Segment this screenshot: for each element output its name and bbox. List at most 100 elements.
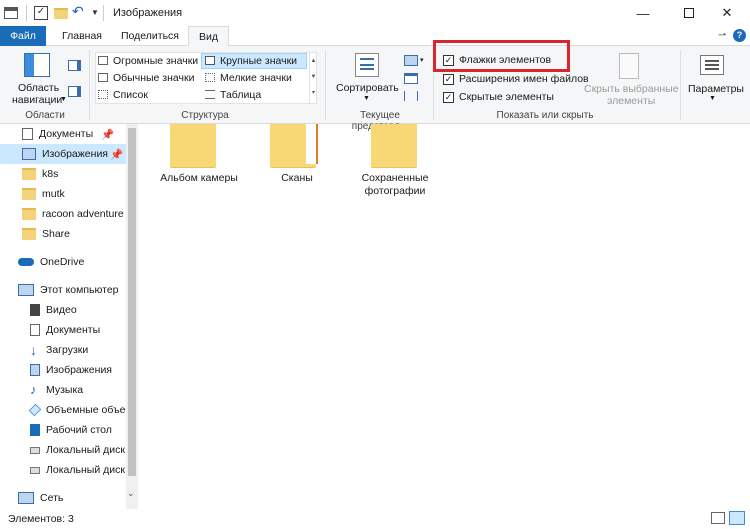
folder-icon [22,188,36,200]
undo-icon[interactable]: ↶ [72,3,84,20]
preview-pane-icon[interactable] [68,60,81,71]
layout-list[interactable]: Список [113,89,148,101]
size-columns-icon[interactable] [404,91,418,101]
navigation-pane-button[interactable]: Область [18,82,59,94]
divider [89,50,90,120]
properties-icon[interactable]: ✓ [34,6,48,20]
nav-item-desktop[interactable]: Рабочий стол [0,420,126,440]
minimize-button[interactable]: — [620,0,666,26]
nav-item-label: Объемные объе [46,404,126,416]
sort-by-button[interactable]: Сортировать [336,82,399,94]
nav-item-label: Рабочий стол [46,424,112,436]
hidden-items-label[interactable]: Скрытые элементы [459,91,554,103]
nav-item-this-pc[interactable]: Этот компьютер [0,280,126,300]
group-by-icon[interactable] [404,55,418,66]
folder-icon[interactable] [371,124,417,168]
nav-item-mutk[interactable]: mutk [0,184,126,204]
group-layout-label: Структура [181,110,229,121]
dropdown-arrow-icon[interactable]: ▾ [420,56,424,64]
nav-item-network[interactable]: Сеть [0,488,126,508]
details-view-icon[interactable] [711,512,725,524]
nav-item-documents-pinned[interactable]: Документы 📌 [0,124,126,144]
nav-item-label: Документы [46,324,101,336]
divider [680,50,681,120]
dropdown-arrow-icon[interactable]: ▼ [709,95,716,102]
dropdown-arrow-icon[interactable]: ▼ [363,95,370,102]
layout-large-icons[interactable]: Крупные значки [220,55,297,67]
tab-share[interactable]: Поделиться [111,26,189,46]
download-arrow-icon: ↓ [30,342,37,358]
annotation-highlight-box [433,40,570,72]
nav-item-label: Локальный диск [46,464,125,476]
nav-item-3d-objects[interactable]: Объемные объе [0,400,126,420]
layout-medium-icons[interactable]: Обычные значки [113,72,194,84]
nav-item-label: Видео [46,304,77,316]
tab-view[interactable]: Вид [188,26,229,47]
details-icon [205,90,215,99]
nav-item-videos[interactable]: Видео [0,300,126,320]
nav-item-downloads[interactable]: ↓ Загрузки [0,340,126,360]
folder-icon [22,228,36,240]
list-icon [98,90,108,99]
group-show-hide-label: Показать или скрыть [496,110,594,121]
cube-icon [28,403,42,417]
tab-home[interactable]: Главная [52,26,112,46]
folder-label-line1: Альбом камеры [160,172,238,184]
scroll-down-icon[interactable]: ⌄ [127,488,135,499]
large-icons-icon [205,56,215,65]
folder-icon [22,168,36,180]
nav-item-music[interactable]: ♪ Музыка [0,380,126,400]
nav-item-local-disk-1[interactable]: Локальный диск [0,440,126,460]
options-button[interactable]: Параметры [688,83,744,95]
navigation-pane-icon [24,53,50,77]
hidden-items-checkbox[interactable]: ✓ [443,92,454,103]
nav-item-label: k8s [42,168,59,180]
drive-icon [30,446,40,454]
nav-item-label: Документы [39,128,94,140]
nav-item-share[interactable]: Share [0,224,126,244]
document-icon [22,128,33,140]
folder-thumbnail-icon [306,124,318,164]
gallery-scroll[interactable]: ▲ ▼ ▾ [309,53,317,103]
folder-label[interactable]: Сканы [249,172,345,185]
close-button[interactable]: ✕ [704,0,750,26]
navigation-pane-button-label2[interactable]: навигации [12,94,62,106]
new-folder-icon[interactable] [54,8,68,19]
scrollbar-thumb[interactable] [128,128,136,476]
nav-item-pictures[interactable]: Изображения [0,360,126,380]
nav-item-label: Сеть [40,492,64,504]
file-extensions-checkbox[interactable]: ✓ [443,74,454,85]
folder-label[interactable]: Сохраненные фотографии [347,172,443,198]
add-columns-icon[interactable] [404,73,418,84]
dropdown-arrow-icon[interactable]: ▼ [60,96,67,103]
layout-details[interactable]: Таблица [220,89,261,101]
onedrive-cloud-icon [18,258,34,266]
hide-selected-button-label2[interactable]: элементы [607,95,655,107]
details-pane-icon[interactable] [68,86,81,97]
tab-file[interactable]: Файл [0,26,46,46]
nav-item-pictures-pinned[interactable]: Изображения 📌 [0,144,126,164]
nav-item-label: Музыка [46,384,84,396]
extra-large-icons-icon [98,56,108,65]
status-bar [0,509,750,529]
navigation-pane-scrollbar[interactable]: ⌄ [126,124,138,509]
customize-quick-access-icon[interactable]: ▼ [91,8,99,17]
nav-item-local-disk-2[interactable]: Локальный диск [0,460,126,480]
nav-item-documents[interactable]: Документы [0,320,126,340]
expand-ribbon-icon[interactable]: ⇀ [718,30,726,41]
layout-small-icons[interactable]: Мелкие значки [220,72,292,84]
folder-icon[interactable] [170,124,216,168]
file-extensions-label[interactable]: Расширения имен файлов [459,73,589,85]
folder-label-line1: Сохраненные [361,172,429,184]
hide-selected-button[interactable]: Скрыть выбранные [584,83,679,95]
nav-item-k8s[interactable]: k8s [0,164,126,184]
nav-item-label: Загрузки [46,344,89,356]
nav-item-racoon-adventure[interactable]: racoon adventure [0,204,126,224]
pictures-icon [22,148,36,160]
layout-extra-large-icons[interactable]: Огромные значки [113,55,198,67]
nav-item-onedrive[interactable]: OneDrive [0,252,126,272]
large-icons-view-icon[interactable] [729,511,745,525]
computer-icon [18,284,34,296]
help-icon[interactable]: ? [733,29,746,42]
folder-label[interactable]: Альбом камеры [151,172,247,185]
